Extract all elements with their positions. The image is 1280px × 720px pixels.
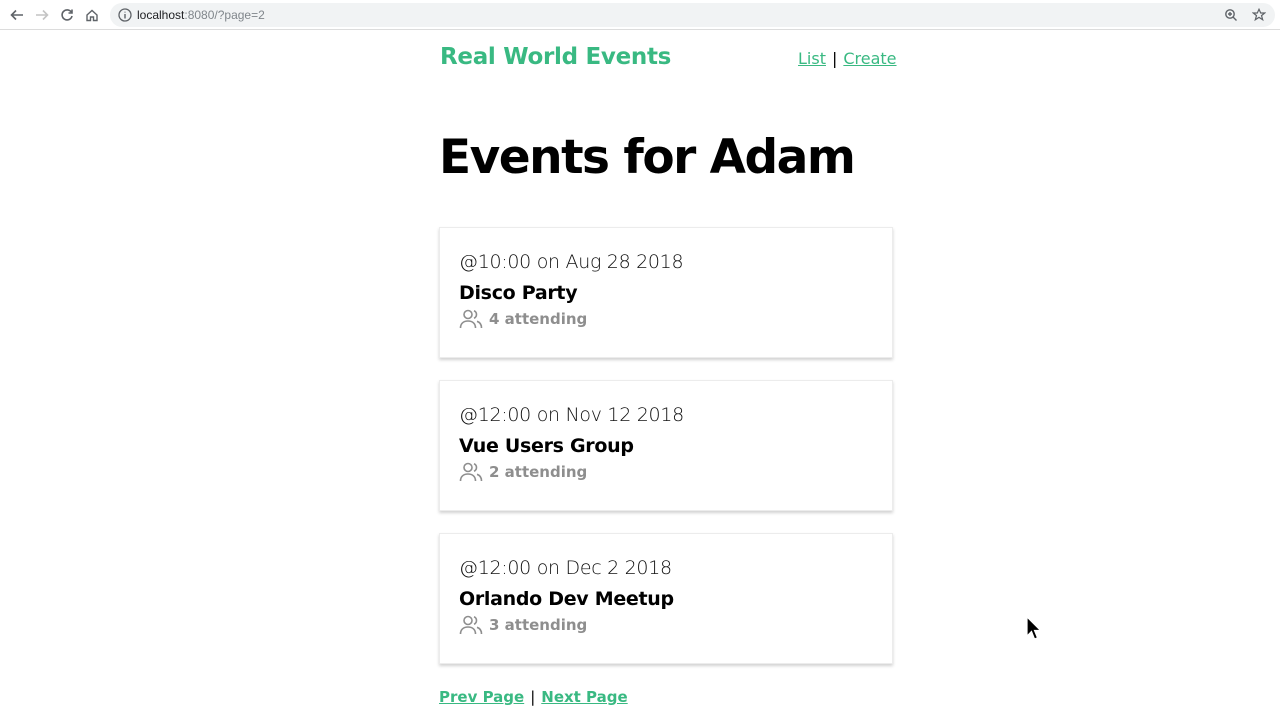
event-time: @10:00 on Aug 28 2018 [459, 251, 684, 273]
nav-separator: | [831, 49, 838, 68]
attending-count: 2 attending [489, 463, 588, 481]
url-text[interactable]: localhost:8080/?page=2 [137, 7, 265, 23]
browser-toolbar: localhost:8080/?page=2 [0, 0, 1280, 30]
event-card[interactable]: @10:00 on Aug 28 2018 Disco Party 4 atte… [439, 227, 893, 358]
event-attendance: 2 attending [459, 461, 587, 483]
zoom-button[interactable] [1223, 6, 1239, 24]
mouse-cursor-icon [1026, 616, 1042, 640]
event-attendance: 4 attending [459, 308, 587, 330]
home-icon [85, 9, 98, 21]
top-nav: List | Create [798, 49, 897, 68]
zoom-icon [1225, 9, 1237, 21]
info-icon[interactable] [118, 8, 132, 22]
prev-page-link[interactable]: Prev Page [439, 688, 524, 706]
event-time: @12:00 on Dec 2 2018 [459, 557, 672, 579]
event-card[interactable]: @12:00 on Nov 12 2018 Vue Users Group 2 … [439, 380, 893, 511]
event-title: Disco Party [459, 282, 578, 304]
event-time: @12:00 on Nov 12 2018 [459, 404, 684, 426]
home-button[interactable] [79, 0, 104, 30]
page-title: Events for Adam [439, 130, 856, 185]
back-button[interactable] [4, 0, 29, 30]
nav-create-link[interactable]: Create [843, 49, 896, 68]
bookmark-button[interactable] [1251, 6, 1267, 24]
forward-button[interactable] [29, 0, 54, 30]
users-icon [459, 615, 483, 635]
event-attendance: 3 attending [459, 614, 587, 636]
star-icon [1252, 8, 1266, 22]
attending-count: 3 attending [489, 616, 588, 634]
reload-icon [60, 8, 73, 21]
event-title: Vue Users Group [459, 435, 634, 457]
brand-title[interactable]: Real World Events [440, 44, 671, 70]
pagination: Prev Page | Next Page [439, 688, 628, 706]
event-title: Orlando Dev Meetup [459, 588, 674, 610]
address-bar[interactable]: localhost:8080/?page=2 [110, 3, 1275, 27]
event-card[interactable]: @12:00 on Dec 2 2018 Orlando Dev Meetup … [439, 533, 893, 664]
reload-button[interactable] [54, 0, 79, 30]
back-arrow-icon [9, 9, 23, 20]
pagination-separator: | [530, 688, 536, 706]
nav-list-link[interactable]: List [798, 49, 826, 68]
users-icon [459, 462, 483, 482]
attending-count: 4 attending [489, 310, 588, 328]
next-page-link[interactable]: Next Page [541, 688, 627, 706]
users-icon [459, 309, 483, 329]
forward-arrow-icon [35, 9, 49, 20]
